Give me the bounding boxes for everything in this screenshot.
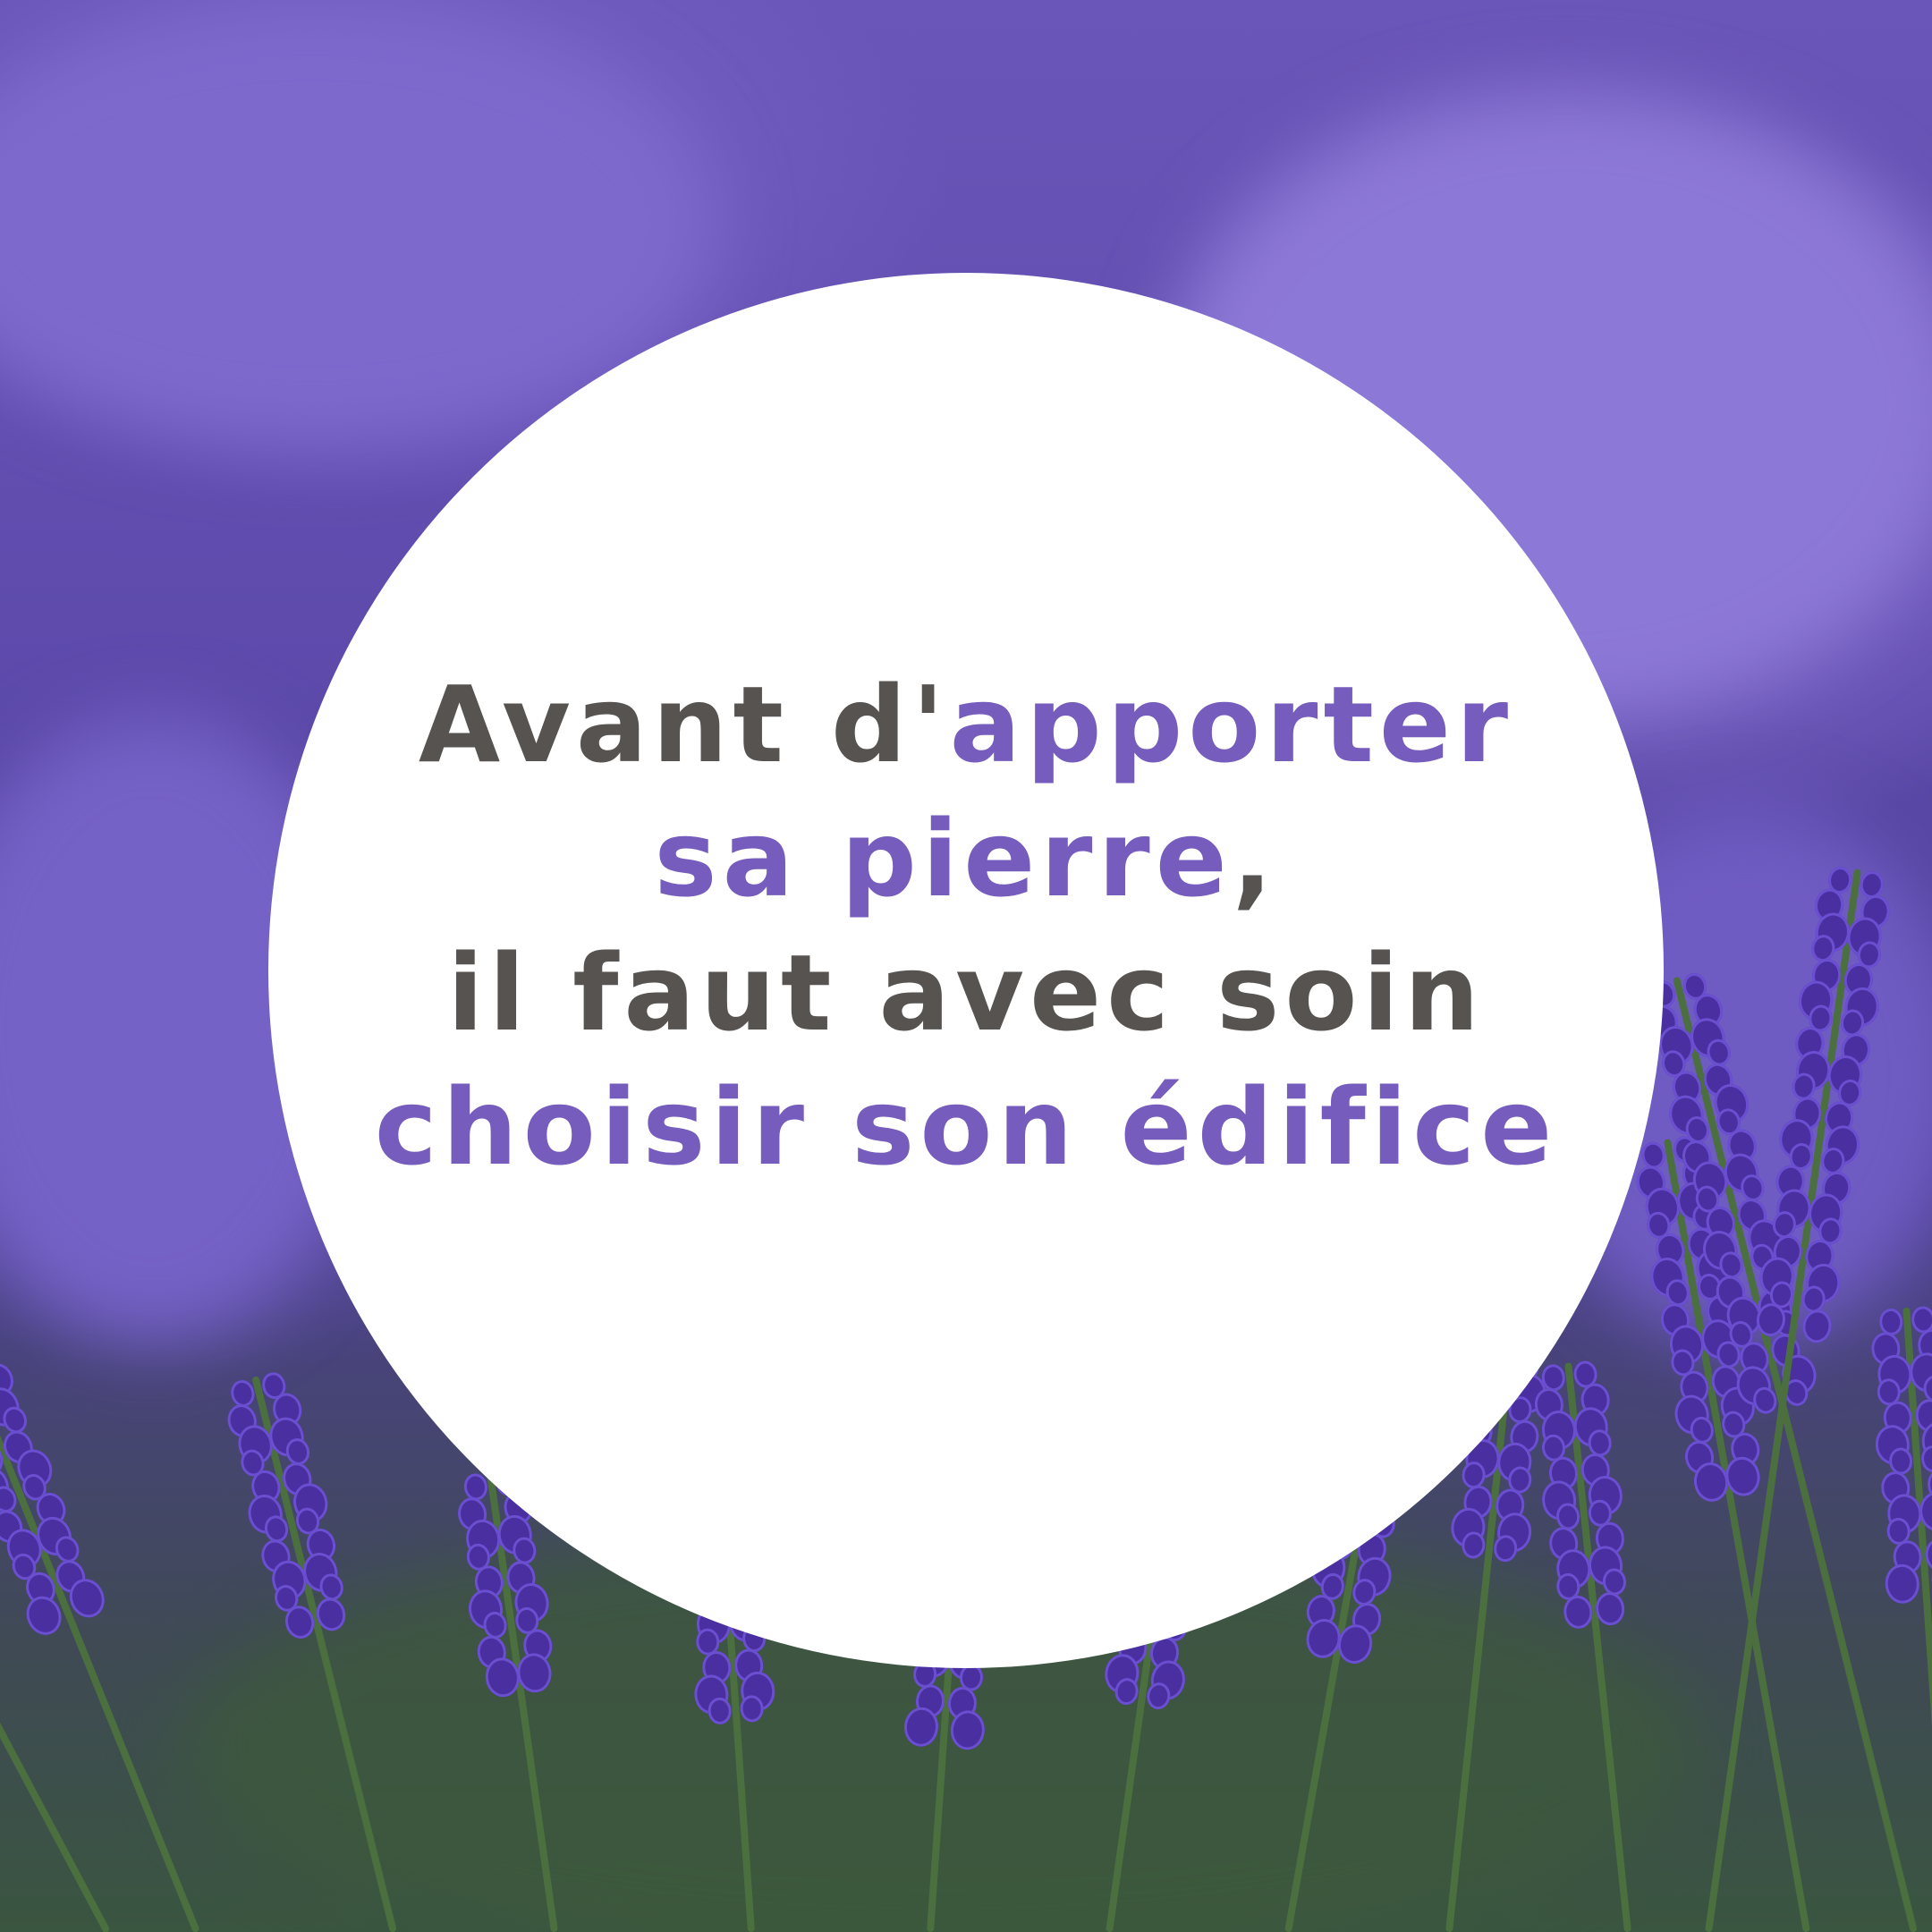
- lavender-bud: [1594, 1590, 1626, 1627]
- quote-line-4: choisir son édifice: [374, 1065, 1558, 1189]
- lavender-bud: [1801, 1308, 1834, 1345]
- quote-line-1-plain: Avant d': [418, 663, 950, 786]
- quote-line-2-accent: sa pierre: [654, 797, 1233, 920]
- quote-text: Avant d'apporter sa pierre, il faut avec…: [375, 657, 1558, 1194]
- quote-line-2: sa pierre,: [375, 792, 1558, 926]
- lavender-background: Avant d'apporter sa pierre, il faut avec…: [0, 0, 1932, 1932]
- lavender-bud: [707, 1696, 733, 1725]
- lavender-bud: [949, 1709, 987, 1751]
- quote-line-1: Avant d'apporter: [375, 657, 1558, 792]
- quote-line-1-accent: apporter: [949, 663, 1514, 786]
- quote-line-2-plain: ,: [1232, 797, 1278, 920]
- quote-circle: Avant d'apporter sa pierre, il faut avec…: [268, 273, 1664, 1668]
- lavender-bud: [1920, 1445, 1932, 1473]
- quote-line-3: il faut avec soin: [447, 931, 1485, 1055]
